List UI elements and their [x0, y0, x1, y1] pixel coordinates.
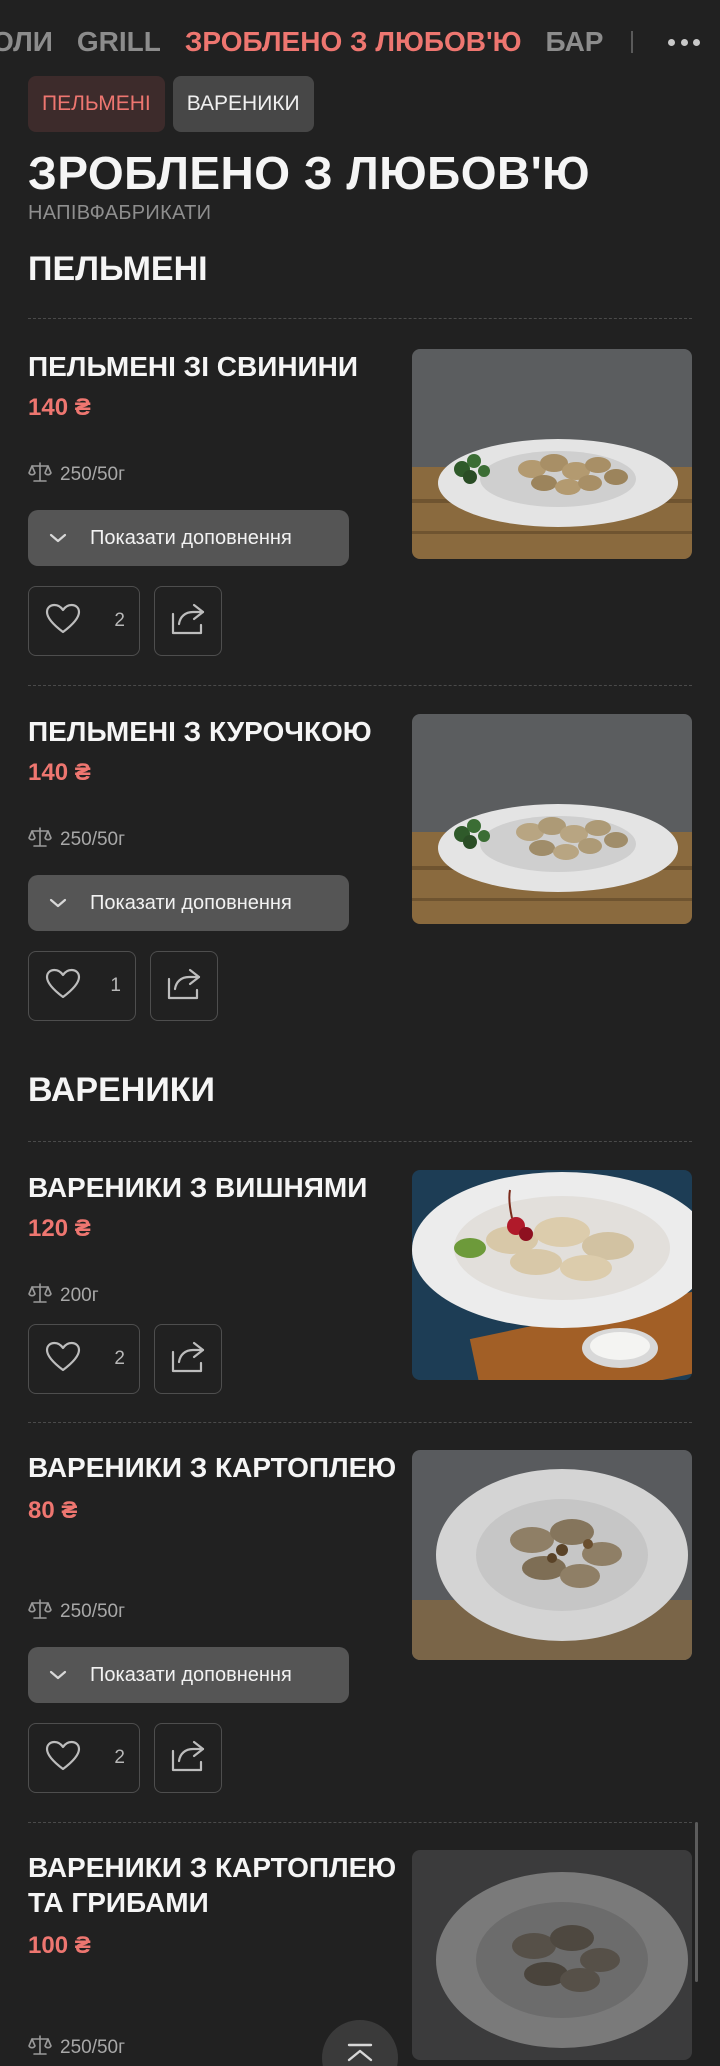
addons-label: Показати доповнення: [90, 526, 292, 549]
weight-value: 250/50г: [60, 1601, 126, 1622]
like-button[interactable]: 2: [28, 586, 140, 656]
weight-value: 200г: [60, 1285, 99, 1306]
show-addons-button[interactable]: Показати доповнення: [28, 1647, 349, 1703]
addons-label: Показати доповнення: [90, 1663, 292, 1686]
product-name: ВАРЕНИКИ З ВИШНЯМИ: [28, 1172, 368, 1203]
nav-item-grill[interactable]: GRILL: [77, 26, 161, 58]
page-title: ЗРОБЛЕНО З ЛЮБОВ'Ю: [28, 147, 591, 199]
nav-item-bar[interactable]: БАР: [546, 26, 604, 58]
card-actions: 2: [28, 1723, 222, 1793]
product-name: ВАРЕНИКИ З КАРТОПЛЕЮ ТА ГРИБАМИ: [28, 1852, 397, 1918]
product-weight: 250/50г: [28, 461, 125, 489]
pill-pelmeni[interactable]: ПЕЛЬМЕНІ: [28, 76, 165, 132]
like-count: 2: [114, 1348, 125, 1369]
share-button[interactable]: [154, 1324, 222, 1394]
section-title-pelmeni: ПЕЛЬМЕНІ: [28, 250, 208, 288]
chevron-down-icon: [48, 897, 68, 909]
scales-icon: [28, 461, 52, 489]
section-divider: [28, 318, 692, 319]
product-name: ВАРЕНИКИ З КАРТОПЛЕЮ: [28, 1452, 397, 1483]
subcategory-pills: ПЕЛЬМЕНІ ВАРЕНИКИ: [28, 76, 314, 132]
product-photo: [412, 1170, 692, 1380]
product-name: ПЕЛЬМЕНІ ЗІ СВИНИНИ: [28, 351, 359, 382]
product-card: ПЕЛЬМЕНІ З КУРОЧКОЮ 140 ₴ 250/50г Показа…: [28, 714, 692, 1024]
scales-icon: [28, 826, 52, 854]
product-card: ПЕЛЬМЕНІ ЗІ СВИНИНИ 140 ₴ 250/50г Показа…: [28, 349, 692, 659]
product-weight: 200г: [28, 1282, 99, 1310]
product-name: ПЕЛЬМЕНІ З КУРОЧКОЮ: [28, 716, 372, 747]
pill-vareniki[interactable]: ВАРЕНИКИ: [172, 76, 314, 132]
chevron-down-icon: [48, 532, 68, 544]
heart-icon: [45, 603, 81, 640]
share-button[interactable]: [150, 951, 218, 1021]
product-photo: [412, 714, 692, 924]
like-button[interactable]: 1: [28, 951, 136, 1021]
share-icon: [170, 1739, 206, 1778]
product-weight: 250/50г: [28, 2034, 125, 2062]
product-photo: [412, 349, 692, 559]
weight-value: 250/50г: [60, 2037, 126, 2058]
product-weight: 250/50г: [28, 1598, 125, 1626]
show-addons-button[interactable]: Показати доповнення: [28, 875, 349, 931]
card-divider: [28, 1422, 692, 1423]
share-button[interactable]: [154, 586, 222, 656]
like-button[interactable]: 2: [28, 1723, 140, 1793]
product-card: ВАРЕНИКИ З КАРТОПЛЕЮ 80 ₴ 250/50г Показа…: [28, 1450, 692, 1795]
share-icon: [170, 602, 206, 641]
card-divider: [28, 685, 692, 686]
product-photo: [412, 1850, 692, 2060]
show-addons-button[interactable]: Показати доповнення: [28, 510, 349, 566]
share-icon: [166, 967, 202, 1006]
more-dots-icon[interactable]: [664, 27, 704, 57]
scrollbar[interactable]: [695, 1822, 698, 1982]
card-actions: 1: [28, 951, 218, 1021]
menu-page: ОЛИ GRILL ЗРОБЛЕНО З ЛЮБОВ'Ю БАР ПЕЛЬМЕН…: [0, 0, 720, 2066]
share-icon: [170, 1340, 206, 1379]
page-subtitle: НАПІВФАБРИКАТИ: [28, 202, 212, 224]
like-button[interactable]: 2: [28, 1324, 140, 1394]
nav-divider: [631, 31, 634, 53]
like-count: 2: [114, 610, 125, 631]
chevron-up-icon: [345, 2042, 375, 2066]
card-actions: 2: [28, 586, 222, 656]
card-divider: [28, 1822, 692, 1823]
share-button[interactable]: [154, 1723, 222, 1793]
addons-label: Показати доповнення: [90, 891, 292, 914]
section-divider: [28, 1141, 692, 1142]
heart-icon: [45, 1740, 81, 1777]
product-photo: [412, 1450, 692, 1660]
section-title-vareniki: ВАРЕНИКИ: [28, 1071, 215, 1109]
weight-value: 250/50г: [60, 464, 126, 485]
product-weight: 250/50г: [28, 826, 125, 854]
nav-item-made-with-love[interactable]: ЗРОБЛЕНО З ЛЮБОВ'Ю: [185, 26, 522, 58]
like-count: 1: [110, 975, 121, 996]
scales-icon: [28, 1282, 52, 1310]
card-actions: 2: [28, 1324, 222, 1394]
like-count: 2: [114, 1747, 125, 1768]
heart-icon: [45, 1341, 81, 1378]
product-card: ВАРЕНИКИ З ВИШНЯМИ 120 ₴ 200г 2: [28, 1170, 692, 1400]
heart-icon: [45, 968, 81, 1005]
scales-icon: [28, 1598, 52, 1626]
category-nav: ОЛИ GRILL ЗРОБЛЕНО З ЛЮБОВ'Ю БАР: [0, 0, 720, 84]
chevron-down-icon: [48, 1669, 68, 1681]
scales-icon: [28, 2034, 52, 2062]
nav-item-soli[interactable]: ОЛИ: [0, 26, 53, 58]
weight-value: 250/50г: [60, 829, 126, 850]
